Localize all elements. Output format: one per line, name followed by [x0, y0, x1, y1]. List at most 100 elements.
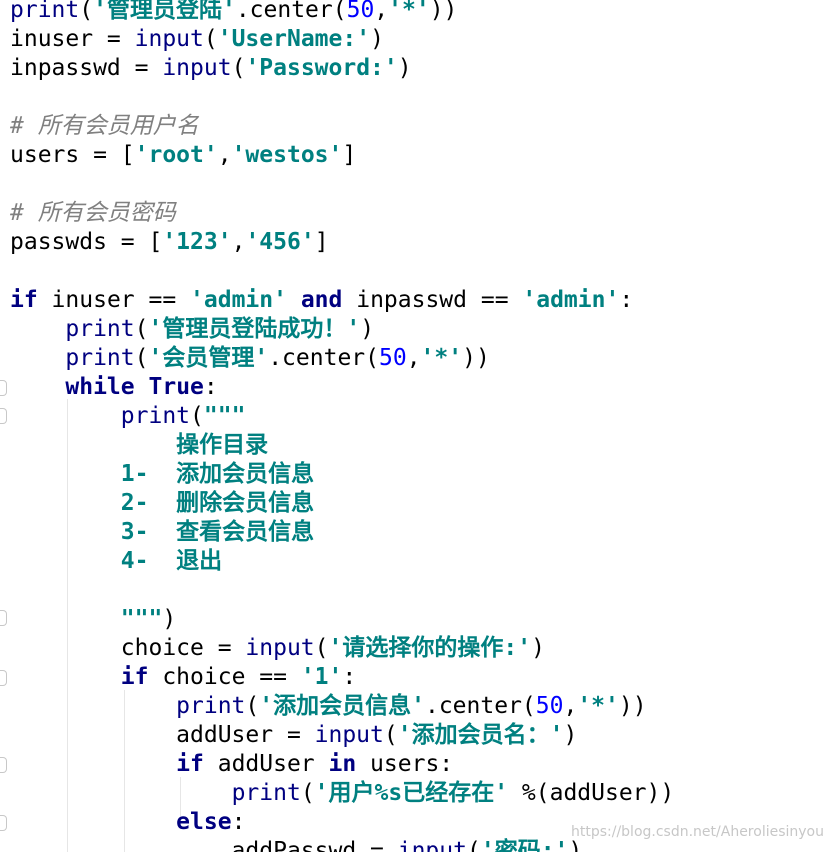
- code-token: in: [328, 751, 357, 777]
- code-line[interactable]: inpasswd = input('Password:'): [10, 54, 412, 83]
- code-line[interactable]: print('管理员登陆成功！'): [10, 315, 374, 344]
- empty-line: [10, 577, 24, 603]
- code-line[interactable]: # 所有会员密码: [10, 199, 176, 228]
- code-line[interactable]: 2- 删除会员信息: [10, 489, 314, 518]
- code-line[interactable]: if choice == '1':: [10, 663, 356, 692]
- fold-marker-icon[interactable]: [0, 815, 7, 831]
- code-token: (: [466, 838, 481, 852]
- code-token: print: [65, 345, 135, 371]
- code-token: 'admin': [190, 287, 287, 313]
- code-token: '会员管理': [148, 345, 269, 371]
- code-line[interactable]: passwds = ['123','456']: [10, 228, 329, 257]
- code-token: input: [134, 26, 204, 52]
- code-token: '*': [388, 0, 430, 23]
- code-line[interactable]: addUser = input('添加会员名：'): [10, 721, 577, 750]
- code-token: ,: [406, 345, 421, 371]
- code-line[interactable]: """): [10, 605, 176, 634]
- code-token: ,: [563, 693, 578, 719]
- code-token: 'root': [134, 142, 218, 168]
- code-line[interactable]: [10, 170, 24, 199]
- code-token: :: [619, 287, 634, 313]
- fold-marker-icon[interactable]: [0, 408, 7, 424]
- code-token: '1': [300, 664, 343, 690]
- code-token: input: [314, 722, 384, 748]
- code-token: ): [162, 606, 177, 632]
- code-token: ): [360, 316, 375, 342]
- code-token: else: [176, 809, 232, 835]
- code-token: 50: [535, 693, 564, 719]
- code-line[interactable]: [10, 83, 24, 112]
- code-token: while: [65, 374, 135, 400]
- code-line[interactable]: print(""": [10, 402, 246, 431]
- code-line[interactable]: if addUser in users:: [10, 750, 453, 779]
- empty-line: [10, 84, 24, 110]
- code-line[interactable]: [10, 257, 24, 286]
- code-token: inpasswd ==: [342, 287, 523, 313]
- code-token: (: [300, 780, 315, 806]
- code-line[interactable]: if inuser == 'admin' and inpasswd == 'ad…: [10, 286, 633, 315]
- code-editor[interactable]: print('管理员登陆'.center(50,'*')) inuser = in…: [0, 0, 832, 852]
- code-token: 50: [346, 0, 375, 23]
- code-line[interactable]: print('用户%s已经存在' %(addUser)): [10, 779, 675, 808]
- code-token: print: [65, 316, 135, 342]
- code-token: '请选择你的操作:': [328, 635, 532, 661]
- code-token: (: [203, 26, 218, 52]
- code-token: '*': [420, 345, 463, 371]
- code-line[interactable]: else:: [10, 808, 245, 837]
- code-token: 3- 查看会员信息: [10, 519, 315, 545]
- code-token: ): [397, 55, 412, 81]
- code-token: (: [134, 316, 149, 342]
- code-line[interactable]: 3- 查看会员信息: [10, 518, 314, 547]
- code-token: (: [79, 0, 94, 23]
- code-token: 50: [378, 345, 407, 371]
- code-line[interactable]: # 所有会员用户名: [10, 112, 199, 141]
- code-token: (: [134, 345, 149, 371]
- code-line[interactable]: print('管理员登陆'.center(50,'*')): [10, 0, 457, 25]
- code-token: if: [120, 664, 149, 690]
- code-token: """: [120, 606, 163, 632]
- fold-marker-icon[interactable]: [0, 670, 7, 686]
- code-line[interactable]: 1- 添加会员信息: [10, 460, 314, 489]
- code-line[interactable]: [10, 576, 24, 605]
- code-line[interactable]: print('会员管理'.center(50,'*')): [10, 344, 490, 373]
- code-token: .center(: [268, 345, 379, 371]
- code-token: )): [462, 345, 490, 371]
- code-line[interactable]: print('添加会员信息'.center(50,'*')): [10, 692, 646, 721]
- code-line[interactable]: inuser = input('UserName:'): [10, 25, 384, 54]
- code-token: '管理员登陆': [93, 0, 236, 23]
- code-token: '123': [162, 229, 232, 255]
- code-line[interactable]: users = ['root','westos']: [10, 141, 356, 170]
- code-token: 'UserName:': [217, 26, 371, 52]
- code-token: inuser =: [10, 26, 135, 52]
- empty-line: [10, 258, 24, 284]
- code-line[interactable]: while True:: [10, 373, 218, 402]
- code-token: (: [231, 55, 246, 81]
- fold-marker-icon[interactable]: [0, 757, 7, 773]
- code-token: addUser =: [10, 722, 315, 748]
- code-line[interactable]: choice = input('请选择你的操作:'): [10, 634, 545, 663]
- code-token: :: [203, 374, 218, 400]
- code-token: addPasswd =: [10, 838, 398, 852]
- code-token: users:: [356, 751, 454, 777]
- code-token: :: [342, 664, 357, 690]
- code-line[interactable]: addPasswd = input('密码:'): [10, 837, 583, 852]
- code-token: True: [148, 374, 204, 400]
- fold-marker-icon[interactable]: [0, 380, 7, 396]
- code-token: ): [370, 26, 384, 52]
- empty-line: [10, 171, 24, 197]
- code-token: # 所有会员密码: [10, 200, 176, 226]
- fold-marker-icon[interactable]: [0, 610, 7, 626]
- code-token: '用户%s已经存在': [314, 780, 509, 806]
- code-token: print: [120, 403, 191, 429]
- code-line[interactable]: 4- 退出: [10, 547, 222, 576]
- code-token: input: [245, 635, 315, 661]
- code-token: ,: [231, 229, 246, 255]
- code-token: and: [300, 287, 343, 313]
- code-line[interactable]: 操作目录: [10, 431, 268, 460]
